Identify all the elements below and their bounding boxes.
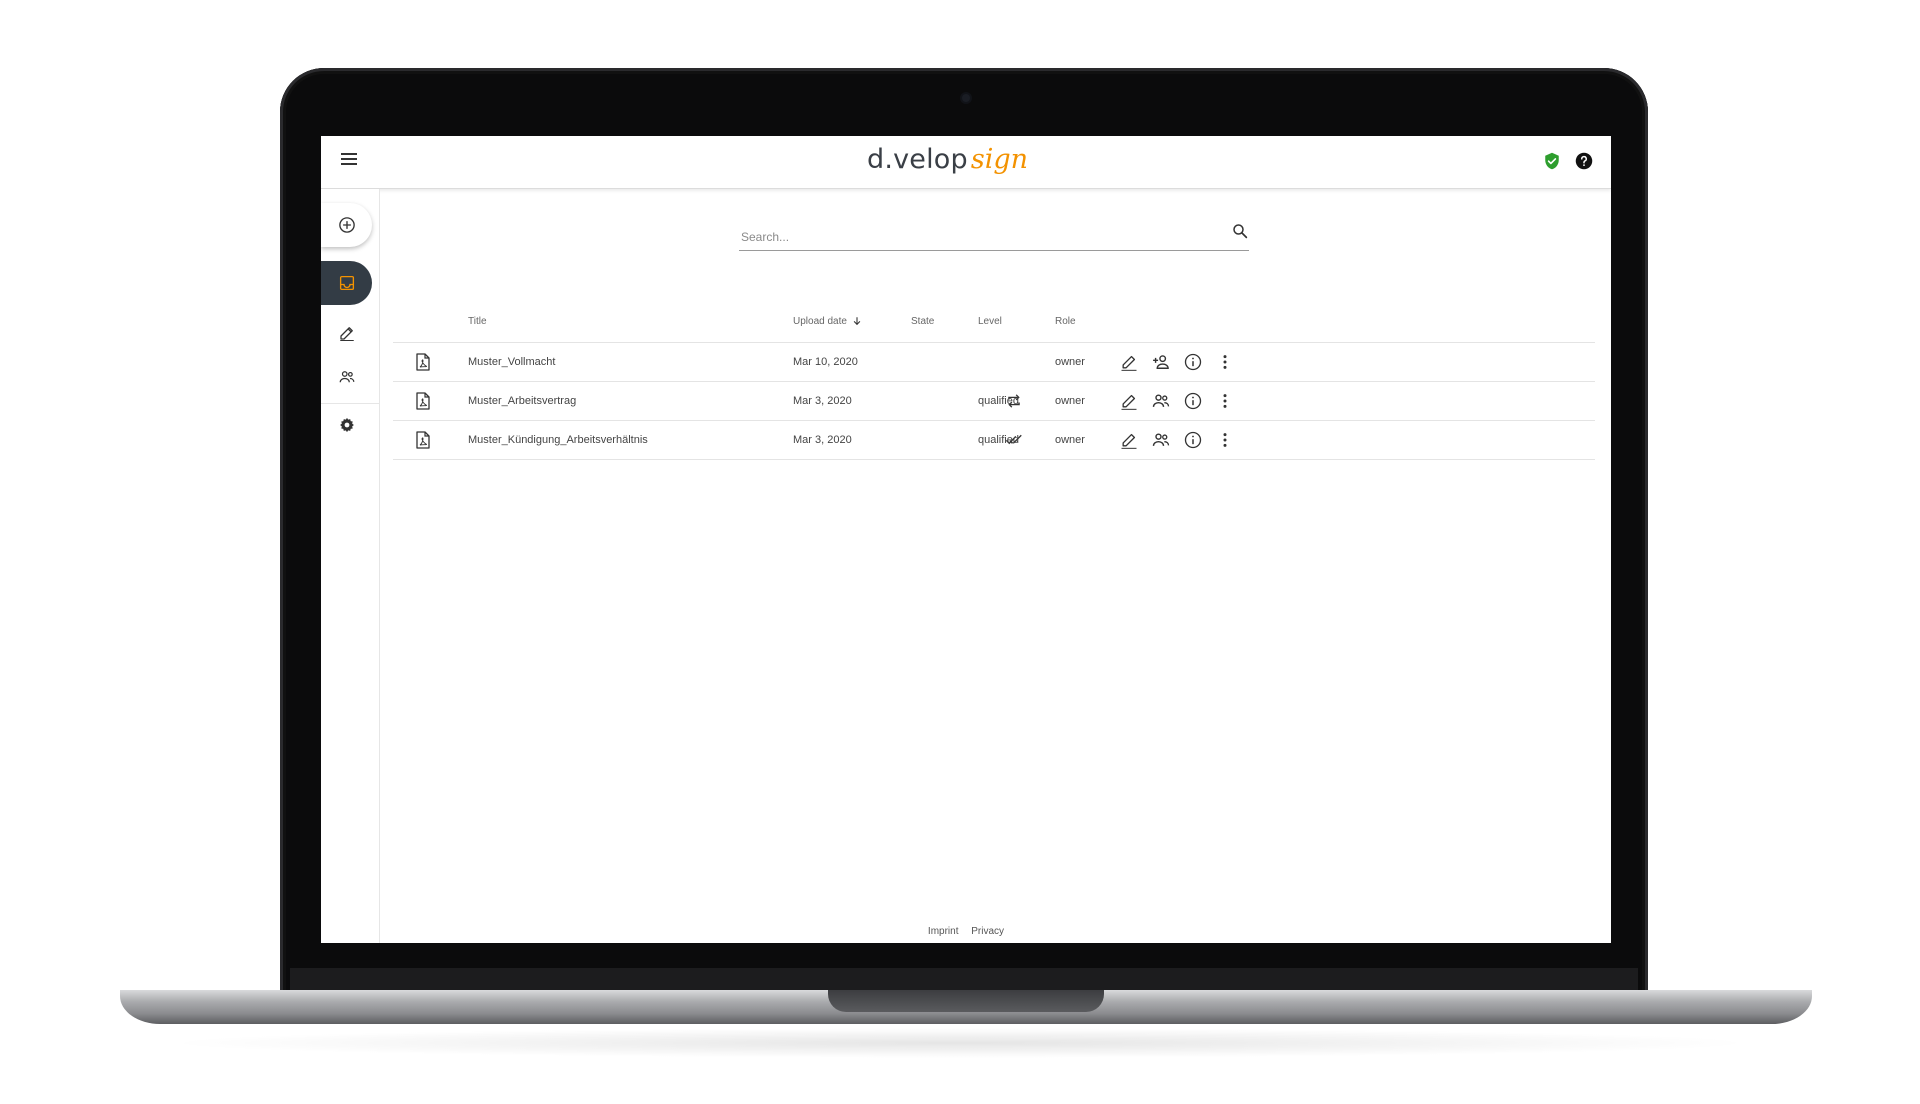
people-icon[interactable] (1151, 430, 1171, 450)
pdf-file-icon (416, 431, 430, 449)
level: qualified (978, 395, 1019, 407)
search-icon[interactable] (1231, 222, 1249, 240)
privacy-link[interactable]: Privacy (971, 926, 1004, 937)
camera (962, 94, 970, 102)
role: owner (1055, 434, 1085, 446)
settings-icon (340, 417, 354, 433)
info-icon[interactable] (1183, 430, 1203, 450)
inbox-icon (339, 275, 355, 291)
logo-name: d.velop (867, 144, 968, 175)
imprint-link[interactable]: Imprint (928, 926, 959, 937)
upload-date: Mar 3, 2020 (793, 434, 852, 446)
people-icon (339, 371, 355, 383)
laptop-base (120, 990, 1812, 1024)
app-header: d.velop sign (321, 136, 1611, 189)
laptop-notch (828, 990, 1104, 1012)
column-header-title[interactable]: Title (468, 316, 487, 327)
upload-date: Mar 3, 2020 (793, 395, 852, 407)
more-vert-icon[interactable] (1215, 391, 1235, 411)
logo-product: sign (970, 144, 1029, 175)
upload-date: Mar 10, 2020 (793, 356, 858, 368)
role: owner (1055, 356, 1085, 368)
document-title[interactable]: Muster_Vollmacht (468, 356, 555, 368)
arrow-down-icon (853, 317, 861, 326)
table-header: Title Upload date State Level Role (393, 292, 1595, 343)
documents-table: Title Upload date State Level Role Muste… (393, 292, 1595, 460)
edit-icon[interactable] (1119, 391, 1139, 411)
app-screen: d.velop sign Search... Title Upload date… (321, 136, 1611, 943)
column-header-upload-date-label: Upload date (793, 316, 847, 327)
pdf-file-icon (416, 392, 430, 410)
table-row[interactable]: Muster_Arbeitsvertrag Mar 3, 2020 qualif… (393, 382, 1595, 421)
search-bar (739, 216, 1249, 251)
sidebar-add-button[interactable] (321, 203, 372, 247)
level: qualified (978, 434, 1019, 446)
column-header-state[interactable]: State (911, 316, 934, 327)
footer: Imprint Privacy (321, 926, 1611, 937)
edit-icon[interactable] (1119, 430, 1139, 450)
people-icon[interactable] (1151, 391, 1171, 411)
table-row[interactable]: Muster_Vollmacht Mar 10, 2020 owner (393, 343, 1595, 382)
shield-check-icon[interactable] (1543, 152, 1561, 170)
table-row[interactable]: Muster_Kündigung_Arbeitsverhältnis Mar 3… (393, 421, 1595, 460)
info-icon[interactable] (1183, 391, 1203, 411)
column-header-role[interactable]: Role (1055, 316, 1076, 327)
pdf-file-icon (416, 353, 430, 371)
column-header-level[interactable]: Level (978, 316, 1002, 327)
logo: d.velop sign (867, 144, 1028, 180)
person-add-icon[interactable] (1151, 352, 1171, 372)
edit-icon (340, 327, 354, 341)
more-vert-icon[interactable] (1215, 352, 1235, 372)
search-input[interactable] (739, 226, 1213, 248)
document-title[interactable]: Muster_Kündigung_Arbeitsverhältnis (468, 434, 648, 446)
role: owner (1055, 395, 1085, 407)
column-header-upload-date[interactable]: Upload date (793, 316, 862, 327)
help-icon[interactable] (1575, 152, 1593, 170)
sidebar (321, 189, 380, 943)
sidebar-divider (321, 403, 379, 404)
laptop-shadow (160, 1028, 1760, 1058)
edit-icon[interactable] (1119, 352, 1139, 372)
add-circle-icon (339, 217, 355, 233)
document-title[interactable]: Muster_Arbeitsvertrag (468, 395, 576, 407)
sidebar-item-contacts[interactable] (321, 357, 372, 397)
sidebar-item-inbox[interactable] (321, 261, 372, 305)
info-icon[interactable] (1183, 352, 1203, 372)
sidebar-item-sign[interactable] (321, 313, 372, 353)
menu-icon[interactable] (341, 152, 357, 166)
more-vert-icon[interactable] (1215, 430, 1235, 450)
sidebar-item-settings[interactable] (321, 405, 372, 445)
